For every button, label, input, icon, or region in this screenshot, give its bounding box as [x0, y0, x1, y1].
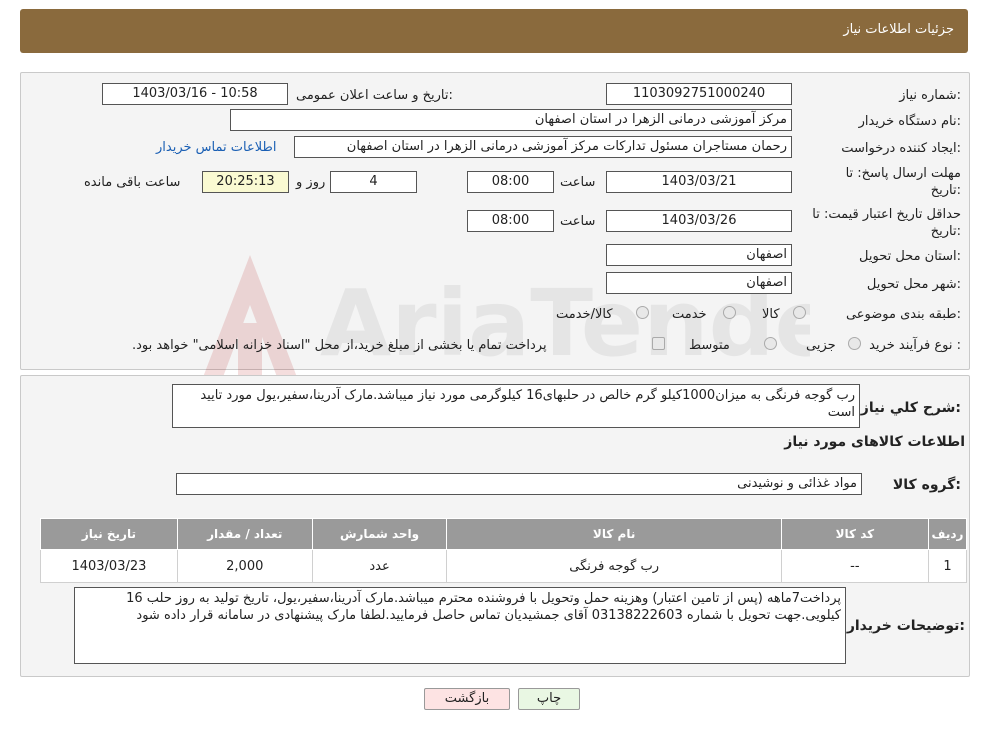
province-field: اصفهان — [606, 244, 792, 266]
col-quantity: تعداد / مقدار — [176, 518, 313, 550]
cell-row-number: 1 — [927, 549, 968, 583]
reply-time-field: 08:00 — [467, 171, 554, 193]
need-number-field: 1103092751000240 — [606, 83, 792, 105]
col-item-name: نام کالا — [446, 518, 782, 550]
col-need-date: تاریخ نیاز — [40, 518, 178, 550]
city-label: شهر محل تحویل: — [866, 277, 961, 292]
validity-date-field: 1403/03/26 — [606, 210, 792, 232]
col-row-number: ردیف — [927, 518, 968, 550]
buyer-notes-textarea[interactable]: پرداخت7ماهه (پس از تامین اعتبار) وهزینه … — [74, 587, 846, 664]
reply-time-label: ساعت — [560, 175, 596, 190]
validity-time-label: ساعت — [560, 214, 596, 229]
treasury-note: پرداخت تمام یا بخشی از مبلغ خرید،از محل … — [132, 338, 547, 353]
col-unit: واحد شمارش — [311, 518, 448, 550]
page-header: جزئیات اطلاعات نیاز — [20, 9, 968, 53]
print-button[interactable]: چاپ — [518, 688, 580, 710]
validity-time-field: 08:00 — [467, 210, 554, 232]
goods-group-field: مواد غذائی و نوشیدنی — [176, 473, 862, 495]
table-row: 1 -- رب گوجه فرنگی عدد 2,000 1403/03/23 — [40, 549, 968, 583]
reply-date-field: 1403/03/21 — [606, 171, 792, 193]
buyer-org-field: مرکز آموزشی درمانی الزهرا در استان اصفها… — [230, 109, 792, 131]
min-validity-label-2: تاریخ: — [930, 224, 961, 239]
treasury-bonds-checkbox[interactable] — [652, 337, 665, 350]
col-item-code: کد کالا — [780, 518, 929, 550]
category-goods-radio[interactable] — [793, 306, 806, 319]
purchase-medium-label: متوسط — [689, 338, 730, 353]
back-button[interactable]: بازگشت — [424, 688, 510, 710]
purchase-small-label: جزیی — [806, 338, 836, 353]
province-label: استان محل تحویل: — [859, 249, 961, 264]
purchase-medium-radio[interactable] — [764, 337, 777, 350]
city-field: اصفهان — [606, 272, 792, 294]
category-label: طبقه بندی موضوعی: — [845, 307, 961, 322]
min-validity-label: حداقل تاریخ اعتبار قیمت: تا — [812, 207, 961, 222]
buyer-org-label: نام دستگاه خریدار: — [858, 114, 961, 129]
page-title: جزئیات اطلاعات نیاز — [843, 22, 954, 37]
summary-textarea[interactable]: رب گوجه فرنگی به میزان1000کیلو گرم خالص … — [172, 384, 860, 428]
creator-field: رحمان مستاجران مسئول تدارکات مرکز آموزشی… — [294, 136, 792, 158]
purchase-small-radio[interactable] — [848, 337, 861, 350]
category-service-radio[interactable] — [723, 306, 736, 319]
category-goods-service-label: کالا/خدمت — [556, 307, 613, 322]
cell-item-code: -- — [780, 549, 929, 583]
days-remaining-field: 4 — [330, 171, 417, 193]
reply-deadline-label: مهلت ارسال پاسخ: تا — [845, 166, 961, 181]
creator-label: ایجاد کننده درخواست: — [841, 141, 961, 156]
need-number-label: شماره نیاز: — [899, 88, 961, 103]
purchase-type-label: نوع فرآیند خرید : — [869, 338, 961, 353]
announce-label: تاریخ و ساعت اعلان عمومی: — [296, 88, 453, 103]
cell-need-date: 1403/03/23 — [40, 549, 178, 583]
summary-label: شرح کلي نياز: — [860, 400, 961, 416]
remaining-time-field: 20:25:13 — [202, 171, 289, 193]
items-heading: اطلاعات کالاهای مورد نیاز — [784, 434, 965, 450]
category-goods-service-radio[interactable] — [636, 306, 649, 319]
goods-group-label: گروه کالا: — [892, 477, 961, 493]
buyer-contact-link[interactable]: اطلاعات تماس خریدار — [156, 140, 276, 155]
reply-deadline-label-2: تاریخ: — [930, 183, 961, 198]
cell-item-name: رب گوجه فرنگی — [446, 549, 782, 583]
cell-quantity: 2,000 — [176, 549, 313, 583]
remaining-time-label: ساعت باقی مانده — [84, 175, 181, 190]
category-goods-label: کالا — [762, 307, 780, 322]
days-label: روز و — [296, 175, 326, 190]
cell-unit: عدد — [311, 549, 448, 583]
items-table: ردیف کد کالا نام کالا واحد شمارش تعداد /… — [40, 518, 968, 583]
announce-datetime-field: 1403/03/16 - 10:58 — [102, 83, 288, 105]
buyer-notes-label: توضیحات خریدار: — [846, 618, 965, 634]
category-service-label: خدمت — [672, 307, 707, 322]
table-header-row: ردیف کد کالا نام کالا واحد شمارش تعداد /… — [40, 518, 968, 550]
